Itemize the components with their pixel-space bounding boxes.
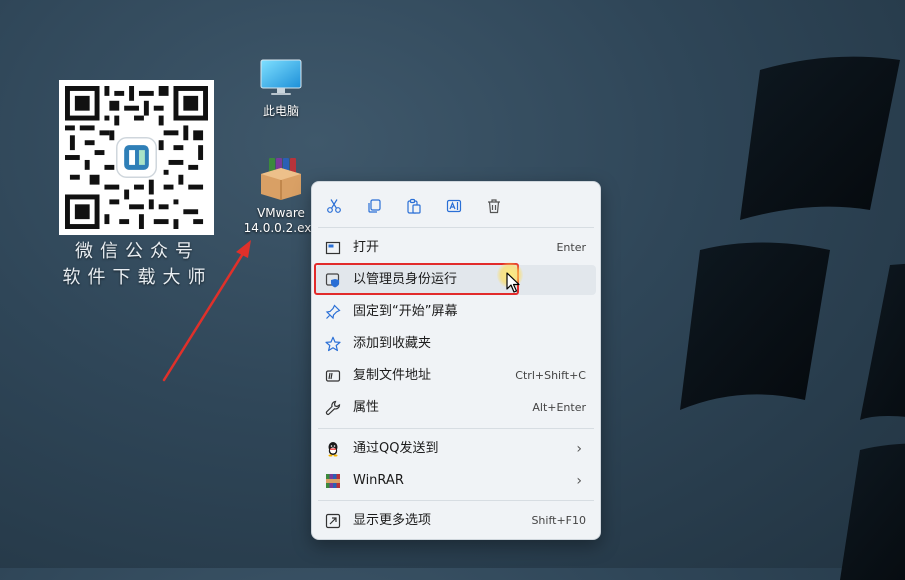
more-options-icon	[325, 513, 341, 529]
menu-item-add-to-favorites[interactable]: 添加到收藏夹	[316, 329, 596, 359]
open-icon	[325, 241, 341, 255]
menu-item-label: 添加到收藏夹	[353, 336, 432, 351]
desktop-icon-label: 此电脑	[262, 104, 299, 118]
copy-button[interactable]	[360, 192, 388, 220]
rename-icon	[446, 199, 462, 213]
rename-button[interactable]	[440, 192, 468, 220]
chevron-right-icon: ›	[576, 441, 582, 457]
qr-code-image	[65, 86, 208, 229]
menu-item-label: 打开	[353, 240, 380, 255]
menu-item-shortcut: Alt+Enter	[532, 401, 586, 414]
menu-item-label: 属性	[353, 400, 380, 415]
menu-item-pin-to-start[interactable]: 固定到“开始”屏幕	[316, 297, 596, 327]
monitor-icon	[260, 59, 302, 95]
context-menu: 打开 Enter 以管理员身份运行 固定到“开始”屏幕 添加到收藏夹 复制文件地…	[311, 181, 601, 540]
wrench-icon	[325, 400, 341, 416]
menu-item-shortcut: Enter	[556, 241, 586, 254]
star-icon	[325, 336, 341, 352]
copy-icon	[368, 199, 381, 213]
copy-path-icon	[325, 370, 341, 382]
chevron-right-icon: ›	[576, 473, 582, 489]
menu-item-label: 显示更多选项	[353, 513, 432, 528]
paste-icon	[407, 198, 421, 214]
menu-item-label: 复制文件地址	[353, 368, 432, 383]
menu-item-open[interactable]: 打开 Enter	[316, 233, 596, 263]
menu-separator	[318, 428, 594, 429]
desktop-icon-vmware-installer[interactable]: VMware 14.0.0.2.exe	[243, 156, 319, 236]
cut-icon	[327, 199, 341, 213]
desktop-icon-this-pc[interactable]: 此电脑	[243, 58, 319, 119]
annotation-highlight-box	[314, 263, 519, 295]
paste-button[interactable]	[400, 192, 428, 220]
menu-item-send-via-qq[interactable]: 通过QQ发送到 ›	[316, 434, 596, 464]
menu-item-shortcut: Shift+F10	[531, 514, 586, 527]
qr-code-card	[59, 80, 214, 235]
windows-logo-wallpaper	[680, 56, 905, 580]
qr-caption-line1: 微信公众号	[75, 241, 200, 262]
mouse-cursor-icon	[506, 272, 520, 293]
cut-button[interactable]	[320, 192, 348, 220]
menu-item-label: WinRAR	[353, 473, 404, 488]
desktop-icon-label-line2: 14.0.0.2.exe	[243, 221, 319, 235]
menu-item-show-more-options[interactable]: 显示更多选项 Shift+F10	[316, 506, 596, 536]
context-menu-quick-actions	[312, 190, 600, 222]
menu-item-properties[interactable]: 属性 Alt+Enter	[316, 393, 596, 423]
menu-item-label: 通过QQ发送到	[353, 441, 439, 456]
menu-item-label: 固定到“开始”屏幕	[353, 304, 458, 319]
qr-caption-line2: 软件下载大师	[62, 267, 213, 288]
delete-icon	[488, 199, 500, 214]
pin-icon	[325, 304, 341, 320]
delete-button[interactable]	[480, 192, 508, 220]
menu-item-winrar[interactable]: WinRAR ›	[316, 466, 596, 496]
desktop: 微信公众号 软件下载大师 此电脑 VMware 14.0.0.2.exe 打开 …	[0, 0, 905, 580]
winrar-archive-icon	[261, 158, 301, 200]
menu-item-copy-path[interactable]: 复制文件地址 Ctrl+Shift+C	[316, 361, 596, 391]
desktop-icon-label-line1: VMware	[257, 206, 305, 220]
qq-icon	[328, 442, 338, 457]
winrar-icon	[326, 474, 340, 488]
menu-item-shortcut: Ctrl+Shift+C	[515, 369, 586, 382]
menu-separator	[318, 500, 594, 501]
menu-separator	[318, 227, 594, 228]
